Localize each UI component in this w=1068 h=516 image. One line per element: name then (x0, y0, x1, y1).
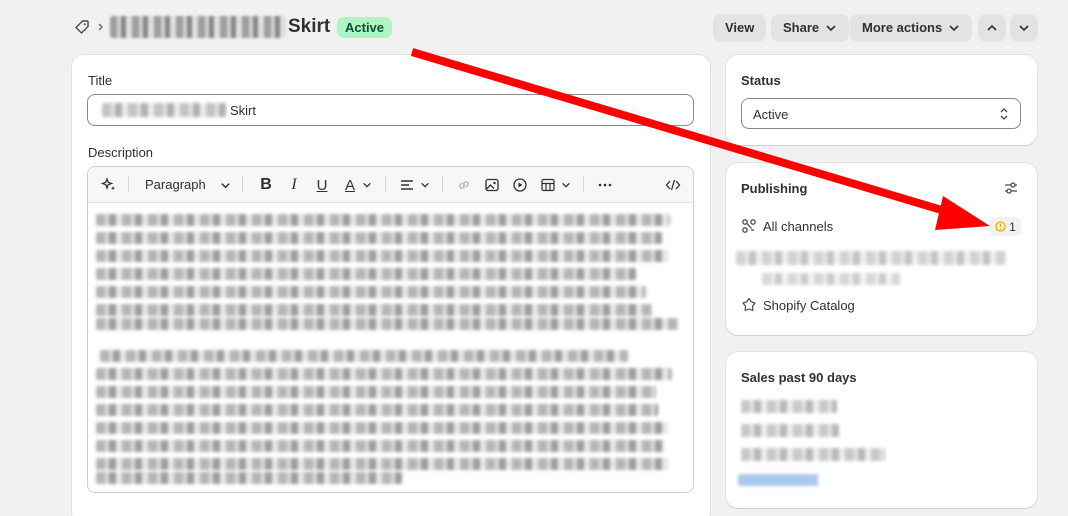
annotation-arrow (410, 48, 990, 230)
